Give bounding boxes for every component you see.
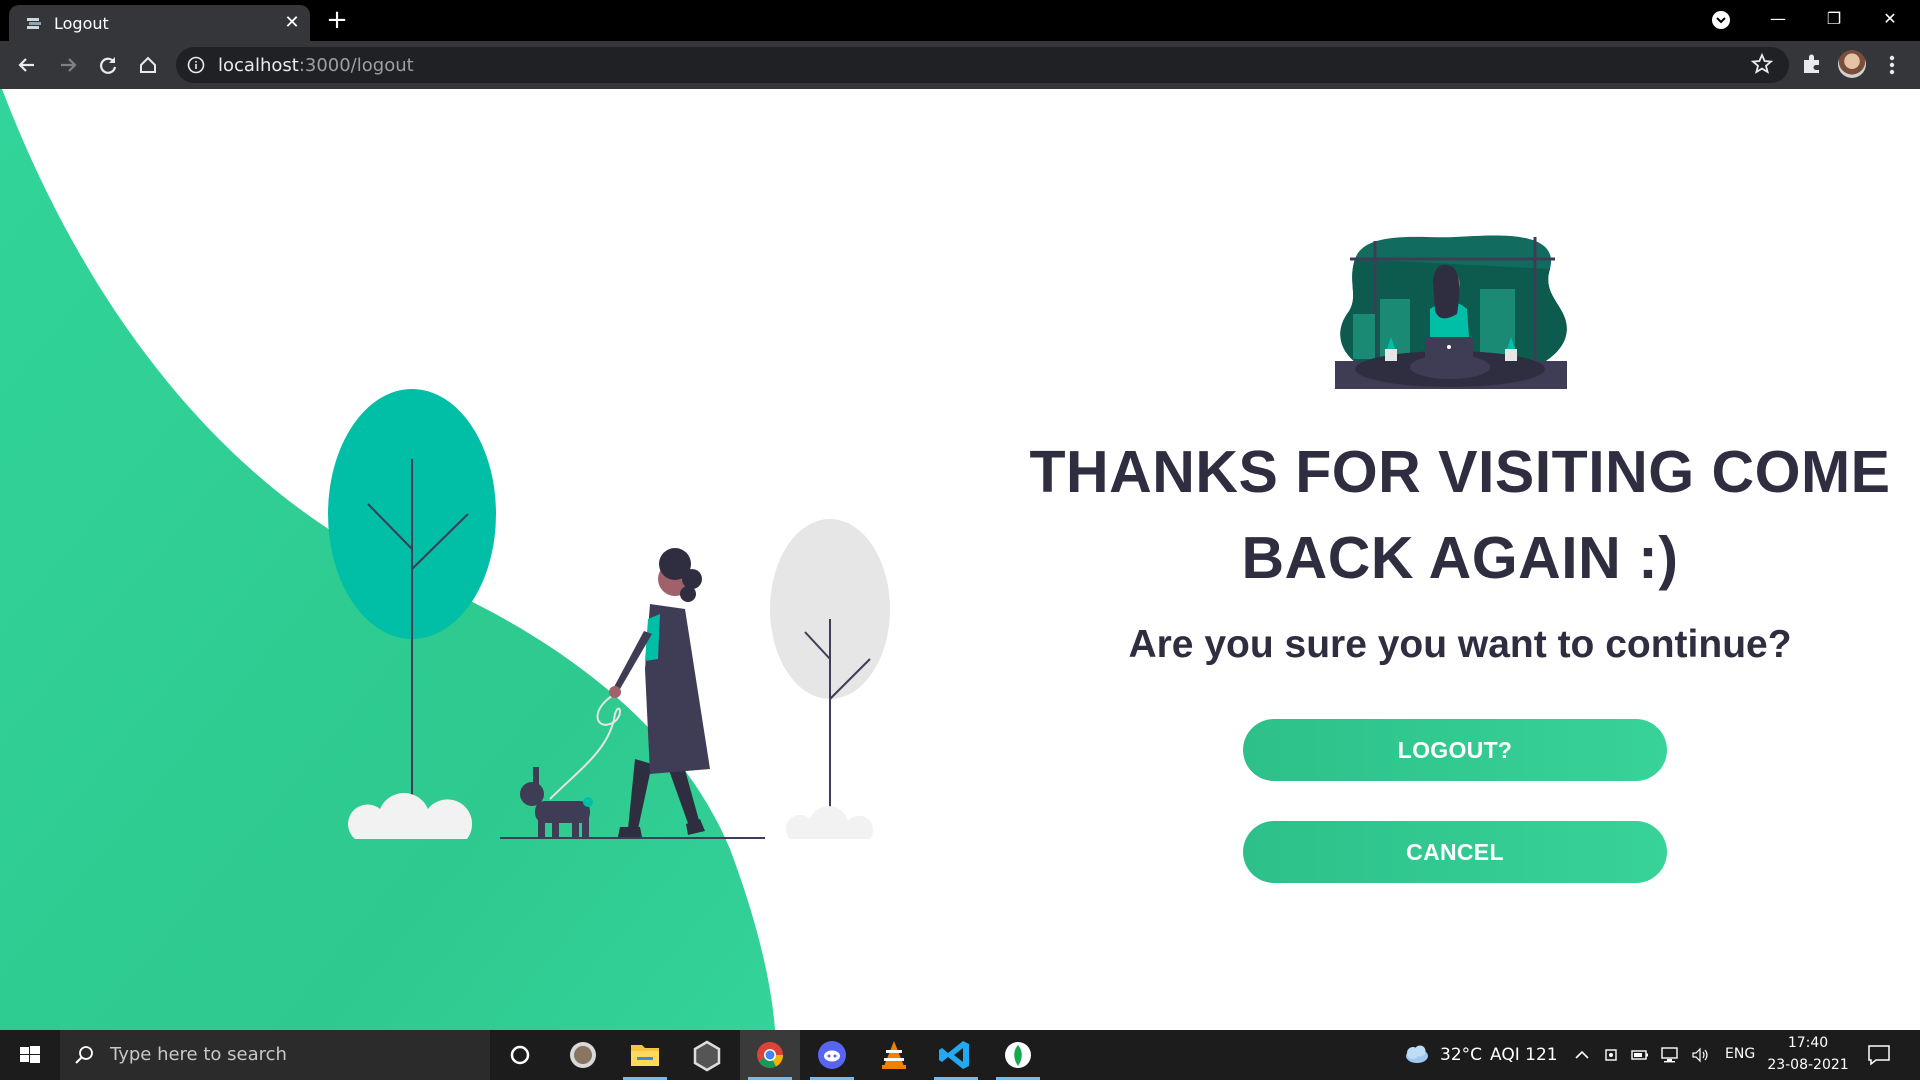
- headline-line-2: BACK AGAIN :): [1241, 525, 1679, 591]
- cortana-button[interactable]: [490, 1030, 550, 1080]
- logout-button[interactable]: LOGOUT?: [1243, 719, 1667, 781]
- meet-now-icon[interactable]: [1602, 1045, 1622, 1065]
- file-explorer-icon: [631, 1045, 659, 1066]
- tab-close-icon[interactable]: ✕: [280, 11, 304, 35]
- taskbar-vscode[interactable]: [926, 1030, 986, 1080]
- cortana-icon: [510, 1045, 530, 1065]
- woman-walking-dog-illustration: [328, 389, 890, 839]
- weather-cloud-icon[interactable]: [1402, 1043, 1430, 1065]
- tab-title: Logout: [54, 14, 109, 33]
- chrome-icon: [757, 1042, 783, 1068]
- headline-line-1: THANKS FOR VISITING COME: [1029, 439, 1891, 505]
- page-headline: THANKS FOR VISITING COME BACK AGAIN :): [1000, 429, 1920, 601]
- tab-favicon-icon: [27, 18, 41, 29]
- extensions-puzzle-icon[interactable]: [1799, 51, 1825, 77]
- clock-date[interactable]: 23-08-2021: [1763, 1057, 1853, 1073]
- vscode-icon: [939, 1041, 969, 1069]
- kebab-menu-icon[interactable]: [1880, 51, 1904, 79]
- notification-icon[interactable]: [1866, 1043, 1892, 1067]
- windows-start-icon[interactable]: [0, 1030, 60, 1080]
- taskbar-discord[interactable]: [802, 1030, 862, 1080]
- taskbar-search-box[interactable]: Type here to search: [60, 1030, 490, 1080]
- weather-aqi[interactable]: AQI 121: [1490, 1045, 1558, 1065]
- taskbar-chrome[interactable]: [740, 1030, 800, 1080]
- reload-icon[interactable]: [93, 50, 123, 80]
- address-bar[interactable]: localhost:3000/logout: [176, 47, 1789, 83]
- cancel-button[interactable]: CANCEL: [1243, 821, 1667, 883]
- mongodb-icon: [1005, 1042, 1031, 1068]
- discord-icon: [818, 1041, 846, 1069]
- profile-avatar[interactable]: [1838, 50, 1866, 78]
- info-icon[interactable]: [186, 55, 206, 75]
- home-icon[interactable]: [133, 50, 163, 80]
- network-icon[interactable]: [1660, 1045, 1680, 1065]
- battery-icon[interactable]: [1630, 1045, 1650, 1065]
- restore-button[interactable]: ❐: [1806, 0, 1862, 41]
- logout-panel: THANKS FOR VISITING COME BACK AGAIN :) A…: [1000, 89, 1920, 1030]
- chevron-down-circle-icon: [1712, 11, 1730, 29]
- unity-icon: [693, 1040, 721, 1072]
- minimize-button[interactable]: —: [1750, 0, 1806, 41]
- taskbar-app-1[interactable]: [553, 1030, 613, 1080]
- bookmark-star-icon[interactable]: [1749, 51, 1775, 77]
- logout-page: THANKS FOR VISITING COME BACK AGAIN :) A…: [0, 89, 1920, 1030]
- weather-temperature[interactable]: 32°C: [1440, 1045, 1482, 1065]
- browser-tab-bar: Logout ✕ + — ❐ ✕: [0, 0, 1920, 41]
- app-icon: [570, 1042, 596, 1068]
- new-tab-button[interactable]: +: [322, 6, 352, 36]
- input-language[interactable]: ENG: [1725, 1046, 1755, 1062]
- taskbar-vlc[interactable]: [864, 1030, 924, 1080]
- taskbar-mongodb[interactable]: [988, 1030, 1048, 1080]
- search-icon: [75, 1046, 93, 1064]
- taskbar-unity[interactable]: [677, 1030, 737, 1080]
- confirm-question: Are you sure you want to continue?: [1128, 623, 1792, 666]
- clock-time[interactable]: 17:40: [1773, 1035, 1843, 1051]
- chevron-up-icon[interactable]: [1572, 1045, 1592, 1065]
- vlc-icon: [882, 1041, 906, 1069]
- close-window-button[interactable]: ✕: [1862, 0, 1918, 41]
- forward-arrow-icon[interactable]: [53, 50, 83, 80]
- back-arrow-icon[interactable]: [12, 50, 42, 80]
- search-placeholder: Type here to search: [110, 1044, 287, 1065]
- volume-icon[interactable]: [1690, 1045, 1710, 1065]
- tab-search-button[interactable]: [1693, 0, 1749, 41]
- browser-tab[interactable]: Logout ✕: [9, 5, 310, 41]
- woman-with-laptop-illustration: [1335, 235, 1567, 389]
- taskbar-file-explorer[interactable]: [615, 1030, 675, 1080]
- windows-taskbar: Type here to search 32°C AQI 121 ENG 17:…: [0, 1030, 1920, 1080]
- url-text: localhost:3000/logout: [218, 55, 414, 76]
- browser-toolbar: localhost:3000/logout: [0, 41, 1920, 89]
